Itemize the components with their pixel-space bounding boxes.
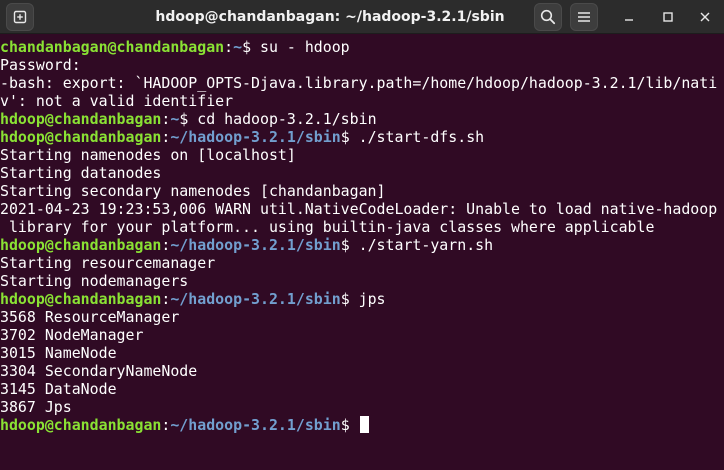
output-line: 3304 SecondaryNameNode	[0, 362, 198, 380]
prompt-line: chandanbagan@chandanbagan:~$ su - hdoop	[0, 38, 724, 56]
new-tab-icon[interactable]	[6, 3, 34, 31]
prompt-user-host: hdoop@chandanbagan	[0, 236, 162, 254]
prompt-separator: :	[161, 290, 171, 308]
prompt-user-host: chandanbagan@chandanbagan	[0, 38, 225, 56]
command-text: $ jps	[340, 290, 386, 308]
output-line: v': not a valid identifier	[0, 92, 234, 110]
prompt-user-host: hdoop@chandanbagan	[0, 128, 162, 146]
prompt-line: hdoop@chandanbagan:~/hadoop-3.2.1/sbin$ …	[0, 290, 724, 308]
output-line: Starting datanodes	[0, 164, 162, 182]
output-line: 2021-04-23 19:23:53,006 WARN util.Native…	[0, 200, 718, 218]
output-line: Starting nodemanagers	[0, 272, 189, 290]
output-line: Starting resourcemanager	[0, 254, 216, 272]
output-line: -bash: export: `HADOOP_OPTS-Djava.librar…	[0, 74, 718, 92]
hamburger-menu-icon[interactable]	[570, 3, 598, 31]
window-title: hdoop@chandanbagan: ~/hadoop-3.2.1/sbin	[155, 9, 505, 25]
command-text: $ ./start-yarn.sh	[340, 236, 494, 254]
prompt-line: hdoop@chandanbagan:~$ cd hadoop-3.2.1/sb…	[0, 110, 724, 128]
prompt-path: ~/hadoop-3.2.1/sbin	[170, 290, 341, 308]
close-icon[interactable]	[695, 7, 715, 27]
prompt-user-host: hdoop@chandanbagan	[0, 290, 162, 308]
output-line: 3867 Jps	[0, 398, 72, 416]
output-line: 3015 NameNode	[0, 344, 117, 362]
text-cursor	[359, 416, 369, 433]
prompt-path: ~/hadoop-3.2.1/sbin	[170, 416, 341, 434]
prompt-separator: :	[161, 110, 171, 128]
output-line: Password:	[0, 56, 81, 74]
prompt-separator: :	[161, 236, 171, 254]
output-line: Starting namenodes on [localhost]	[0, 146, 296, 164]
output-line: library for your platform... using built…	[0, 218, 655, 236]
command-text: $ ./start-dfs.sh	[340, 128, 485, 146]
prompt-separator: :	[161, 416, 171, 434]
prompt-path: ~/hadoop-3.2.1/sbin	[170, 236, 341, 254]
title-bar[interactable]: hdoop@chandanbagan: ~/hadoop-3.2.1/sbin	[0, 0, 724, 34]
prompt-line: hdoop@chandanbagan:~/hadoop-3.2.1/sbin$ …	[0, 236, 724, 254]
prompt-path: ~	[170, 110, 180, 128]
command-text: $ su - hdoop	[242, 38, 350, 56]
terminal-window: hdoop@chandanbagan: ~/hadoop-3.2.1/sbin	[0, 0, 724, 470]
prompt-separator: :	[224, 38, 234, 56]
minimize-icon[interactable]	[619, 7, 639, 27]
output-line: 3702 NodeManager	[0, 326, 144, 344]
terminal-output[interactable]: chandanbagan@chandanbagan:~$ su - hdoop P…	[0, 38, 724, 434]
command-text: $ cd hadoop-3.2.1/sbin	[179, 110, 377, 128]
search-icon[interactable]	[534, 3, 562, 31]
output-line: 3568 ResourceManager	[0, 308, 180, 326]
prompt-separator: :	[161, 128, 171, 146]
command-text: $	[340, 416, 359, 434]
prompt-user-host: hdoop@chandanbagan	[0, 110, 162, 128]
prompt-path: ~	[233, 38, 243, 56]
prompt-user-host: hdoop@chandanbagan	[0, 416, 162, 434]
output-line: 3145 DataNode	[0, 380, 117, 398]
output-line: Starting secondary namenodes [chandanbag…	[0, 182, 386, 200]
prompt-line: hdoop@chandanbagan:~/hadoop-3.2.1/sbin$	[0, 416, 724, 434]
prompt-line: hdoop@chandanbagan:~/hadoop-3.2.1/sbin$ …	[0, 128, 724, 146]
prompt-path: ~/hadoop-3.2.1/sbin	[170, 128, 341, 146]
maximize-icon[interactable]	[658, 7, 678, 27]
